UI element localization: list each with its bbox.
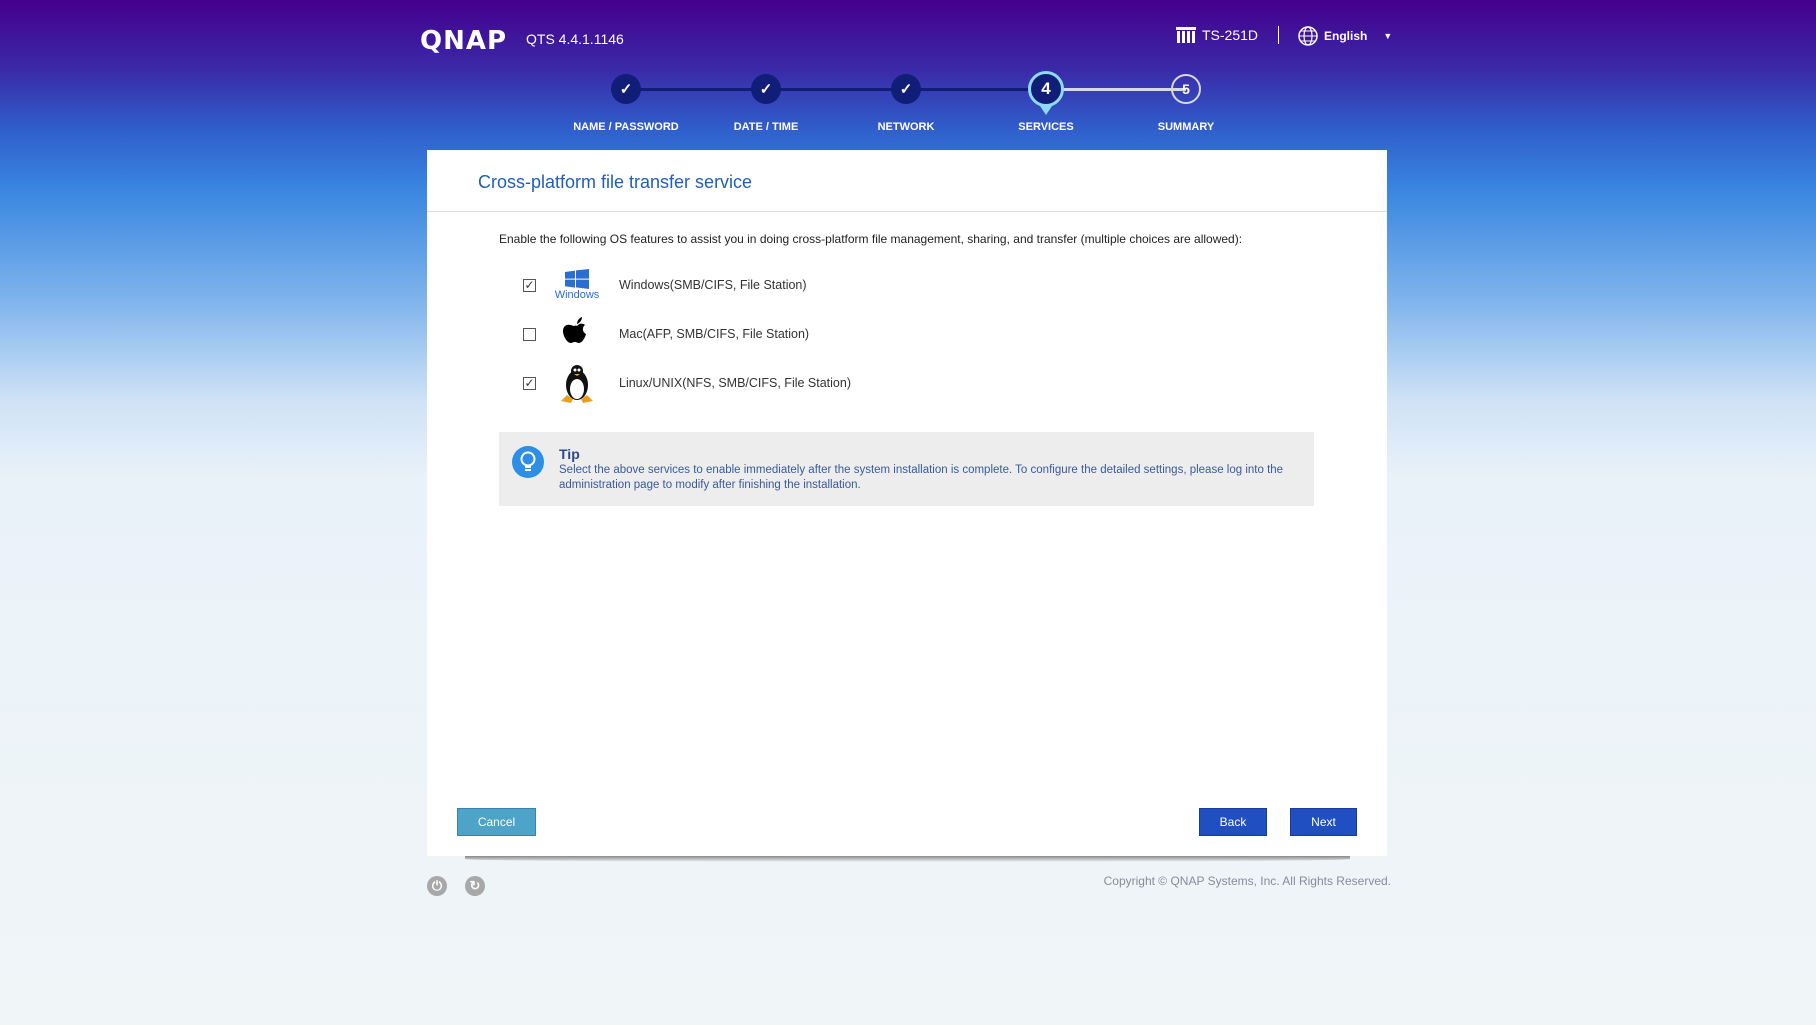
- wizard-panel: Cross-platform file transfer service Ena…: [427, 150, 1387, 856]
- windows-label: Windows(SMB/CIFS, File Station): [619, 278, 807, 292]
- step-name-password: ✓: [611, 74, 641, 104]
- restart-icon[interactable]: ↻: [465, 876, 485, 896]
- step-network: ✓: [891, 74, 921, 104]
- option-mac: Mac(AFP, SMB/CIFS, File Station): [523, 314, 809, 354]
- mac-label: Mac(AFP, SMB/CIFS, File Station): [619, 327, 810, 341]
- cancel-button[interactable]: Cancel: [457, 808, 536, 836]
- step-label-services: SERVICES: [1018, 121, 1074, 133]
- step-label-summary: SUMMARY: [1157, 121, 1215, 133]
- tip-text: Select the above services to enable imme…: [559, 464, 1284, 491]
- step-label-date-time: DATE / TIME: [733, 121, 799, 133]
- lightbulb-icon: [512, 446, 544, 478]
- description: Enable the following OS features to assi…: [499, 232, 1243, 246]
- nas-device-icon: [1176, 27, 1196, 43]
- option-linux: ✓ Linux/UNIX(NFS, SMB/CIFS, File Station…: [523, 363, 851, 403]
- copyright: Copyright © QNAP Systems, Inc. All Right…: [1103, 874, 1391, 888]
- tip-title: Tip: [559, 446, 580, 462]
- qnap-logo: QNAP: [420, 26, 508, 56]
- step-services: 4: [1028, 71, 1064, 107]
- language-label: English: [1324, 29, 1368, 43]
- progress-line-done: [626, 88, 1046, 91]
- step-date-time: ✓: [751, 74, 781, 104]
- option-windows: ✓ Windows Windows(SMB/CIFS, File Station…: [523, 265, 807, 305]
- model-name: TS-251D: [1202, 27, 1259, 43]
- step-summary: 5: [1171, 74, 1201, 104]
- next-button[interactable]: Next: [1290, 808, 1357, 836]
- back-button[interactable]: Back: [1199, 808, 1267, 836]
- power-icon[interactable]: ⏻: [427, 876, 447, 896]
- windows-icon: Windows: [552, 269, 602, 301]
- linux-checkbox[interactable]: ✓: [523, 376, 536, 390]
- chevron-down-icon: ▼: [1383, 31, 1393, 41]
- tux-penguin-icon: [552, 363, 602, 403]
- globe-icon: [1298, 26, 1318, 46]
- mac-checkbox[interactable]: [523, 327, 536, 341]
- windows-checkbox[interactable]: ✓: [523, 278, 536, 292]
- step-label-name-password: NAME / PASSWORD: [573, 121, 679, 133]
- progress-line-todo: [1046, 88, 1186, 91]
- page-title: Cross-platform file transfer service: [478, 172, 753, 192]
- step-label-network: NETWORK: [877, 121, 935, 133]
- language-selector[interactable]: English ▼: [1298, 26, 1392, 46]
- apple-icon: [552, 317, 602, 351]
- device-model: TS-251D: [1176, 27, 1258, 43]
- title-divider: [427, 211, 1387, 212]
- panel-shadow: [465, 856, 1350, 862]
- tip-box: Tip Select the above services to enable …: [499, 432, 1314, 506]
- linux-label: Linux/UNIX(NFS, SMB/CIFS, File Station): [619, 376, 852, 390]
- firmware-version: QTS 4.4.1.1146: [526, 31, 624, 47]
- windows-icon-caption: Windows: [554, 289, 600, 301]
- header-divider: [1278, 26, 1279, 44]
